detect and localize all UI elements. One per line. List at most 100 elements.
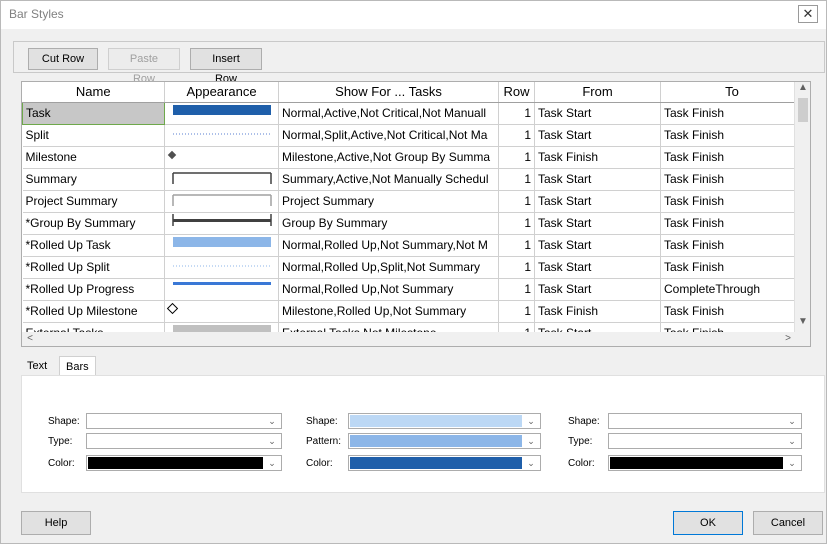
table-row[interactable]: Project Summary Project Summary 1 Task Star…	[22, 190, 804, 213]
table-row[interactable]: Summary Summary,Active,Not Manually Sched…	[22, 168, 804, 191]
row-name-cell[interactable]: *Rolled Up Progress	[22, 278, 165, 301]
row-show-for-cell[interactable]: Normal,Split,Active,Not Critical,Not Ma	[278, 124, 499, 147]
row-show-for-cell[interactable]: Normal,Rolled Up,Split,Not Summary	[278, 256, 499, 279]
start-color-select[interactable]: ⌄	[86, 455, 282, 471]
row-to-cell[interactable]: Task Finish	[660, 190, 804, 213]
row-to-cell[interactable]: Task Finish	[660, 146, 804, 169]
row-name-cell[interactable]: Project Summary	[22, 190, 165, 213]
scroll-left-icon[interactable]: <	[22, 333, 38, 344]
header-appearance[interactable]: Appearance	[164, 82, 279, 103]
header-show-for[interactable]: Show For ... Tasks	[278, 82, 499, 103]
vertical-scrollbar[interactable]: ▲ ▼	[794, 82, 810, 346]
row-number-cell[interactable]: 1	[498, 168, 535, 191]
row-show-for-cell[interactable]: Normal,Rolled Up,Not Summary,Not M	[278, 234, 499, 257]
row-to-cell[interactable]: Task Finish	[660, 300, 804, 323]
row-number-cell[interactable]: 1	[498, 300, 535, 323]
table-row[interactable]: *Group By Summary Group By Summary 1 Task S…	[22, 212, 804, 235]
row-appearance-cell[interactable]	[164, 146, 279, 169]
row-show-for-cell[interactable]: Project Summary	[278, 190, 499, 213]
row-appearance-cell[interactable]	[164, 168, 279, 191]
header-name[interactable]: Name	[22, 82, 165, 103]
row-from-cell[interactable]: Task Start	[534, 212, 661, 235]
end-shape-select[interactable]: ⌄	[608, 413, 802, 429]
row-appearance-cell[interactable]	[164, 212, 279, 235]
row-from-cell[interactable]: Task Start	[534, 190, 661, 213]
table-row[interactable]: *Rolled Up Progress Normal,Rolled Up,Not …	[22, 278, 804, 301]
row-number-cell[interactable]: 1	[498, 190, 535, 213]
row-show-for-cell[interactable]: Normal,Rolled Up,Not Summary	[278, 278, 499, 301]
row-name-cell[interactable]: *Rolled Up Split	[22, 256, 165, 279]
row-name-cell[interactable]: *Rolled Up Task	[22, 234, 165, 257]
row-appearance-cell[interactable]	[164, 190, 279, 213]
cut-row-button[interactable]: Cut Row	[28, 48, 98, 70]
ok-button[interactable]: OK	[673, 511, 743, 535]
header-from[interactable]: From	[534, 82, 661, 103]
table-row[interactable]: *Rolled Up Split Normal,Rolled Up,Split,N…	[22, 256, 804, 279]
row-name-cell[interactable]: *Rolled Up Milestone	[22, 300, 165, 323]
tab-text[interactable]: Text	[21, 356, 53, 376]
row-name-cell[interactable]: *Group By Summary	[22, 212, 165, 235]
end-color-select[interactable]: ⌄	[608, 455, 802, 471]
row-appearance-cell[interactable]	[164, 300, 279, 323]
row-number-cell[interactable]: 1	[498, 124, 535, 147]
table-row[interactable]: *Rolled Up Task Normal,Rolled Up,Not Summ…	[22, 234, 804, 257]
row-number-cell[interactable]: 1	[498, 234, 535, 257]
row-to-cell[interactable]: Task Finish	[660, 168, 804, 191]
start-shape-select[interactable]: ⌄	[86, 413, 282, 429]
row-show-for-cell[interactable]: Milestone,Active,Not Group By Summa	[278, 146, 499, 169]
row-show-for-cell[interactable]: Normal,Active,Not Critical,Not Manuall	[278, 102, 499, 125]
row-appearance-cell[interactable]	[164, 102, 279, 125]
middle-shape-select[interactable]: ⌄	[348, 413, 541, 429]
row-appearance-cell[interactable]	[164, 256, 279, 279]
row-number-cell[interactable]: 1	[498, 146, 535, 169]
table-row[interactable]: Task Normal,Active,Not Critical,Not Manua…	[22, 101, 804, 125]
scroll-up-icon[interactable]: ▲	[795, 82, 810, 93]
tab-bars[interactable]: Bars	[59, 356, 96, 376]
row-appearance-cell[interactable]	[164, 124, 279, 147]
scroll-down-icon[interactable]: ▼	[795, 316, 810, 327]
middle-pattern-select[interactable]: ⌄	[348, 433, 541, 449]
row-to-cell[interactable]: Task Finish	[660, 256, 804, 279]
row-from-cell[interactable]: Task Finish	[534, 146, 661, 169]
row-to-cell[interactable]: Task Finish	[660, 102, 804, 125]
middle-color-select[interactable]: ⌄	[348, 455, 541, 471]
header-to[interactable]: To	[660, 82, 804, 103]
row-number-cell[interactable]: 1	[498, 102, 535, 125]
row-name-cell[interactable]: Split	[22, 124, 165, 147]
table-row[interactable]: Milestone Milestone,Active,Not Group By S…	[22, 146, 804, 169]
row-appearance-cell[interactable]	[164, 278, 279, 301]
row-to-cell[interactable]: Task Finish	[660, 234, 804, 257]
row-from-cell[interactable]: Task Start	[534, 256, 661, 279]
row-number-cell[interactable]: 1	[498, 256, 535, 279]
row-from-cell[interactable]: Task Start	[534, 278, 661, 301]
row-from-cell[interactable]: Task Start	[534, 234, 661, 257]
row-from-cell[interactable]: Task Finish	[534, 300, 661, 323]
paste-row-button[interactable]: Paste Row	[108, 48, 180, 85]
row-to-cell[interactable]: Task Finish	[660, 212, 804, 235]
row-to-cell[interactable]: CompleteThrough	[660, 278, 804, 301]
row-number-cell[interactable]: 1	[498, 212, 535, 235]
table-row[interactable]: *Rolled Up Milestone Milestone,Rolled Up,…	[22, 300, 804, 323]
row-name-cell[interactable]: Milestone	[22, 146, 165, 169]
row-show-for-cell[interactable]: Summary,Active,Not Manually Schedul	[278, 168, 499, 191]
row-name-cell[interactable]: Task	[22, 101, 165, 125]
row-appearance-cell[interactable]	[164, 234, 279, 257]
row-number-cell[interactable]: 1	[498, 278, 535, 301]
table-row[interactable]: Split Normal,Split,Active,Not Critical,No…	[22, 124, 804, 147]
row-from-cell[interactable]: Task Start	[534, 168, 661, 191]
horizontal-scrollbar[interactable]: < >	[22, 332, 796, 346]
row-to-cell[interactable]: Task Finish	[660, 124, 804, 147]
scroll-thumb[interactable]	[798, 98, 808, 122]
insert-row-button[interactable]: Insert Row	[190, 48, 262, 85]
cancel-button[interactable]: Cancel	[753, 511, 823, 535]
row-name-cell[interactable]: Summary	[22, 168, 165, 191]
header-row-number[interactable]: Row	[498, 82, 535, 103]
row-from-cell[interactable]: Task Start	[534, 124, 661, 147]
row-show-for-cell[interactable]: Group By Summary	[278, 212, 499, 235]
help-button[interactable]: Help	[21, 511, 91, 535]
row-show-for-cell[interactable]: Milestone,Rolled Up,Not Summary	[278, 300, 499, 323]
scroll-right-icon[interactable]: >	[780, 333, 796, 344]
row-from-cell[interactable]: Task Start	[534, 102, 661, 125]
end-type-select[interactable]: ⌄	[608, 433, 802, 449]
start-type-select[interactable]: ⌄	[86, 433, 282, 449]
